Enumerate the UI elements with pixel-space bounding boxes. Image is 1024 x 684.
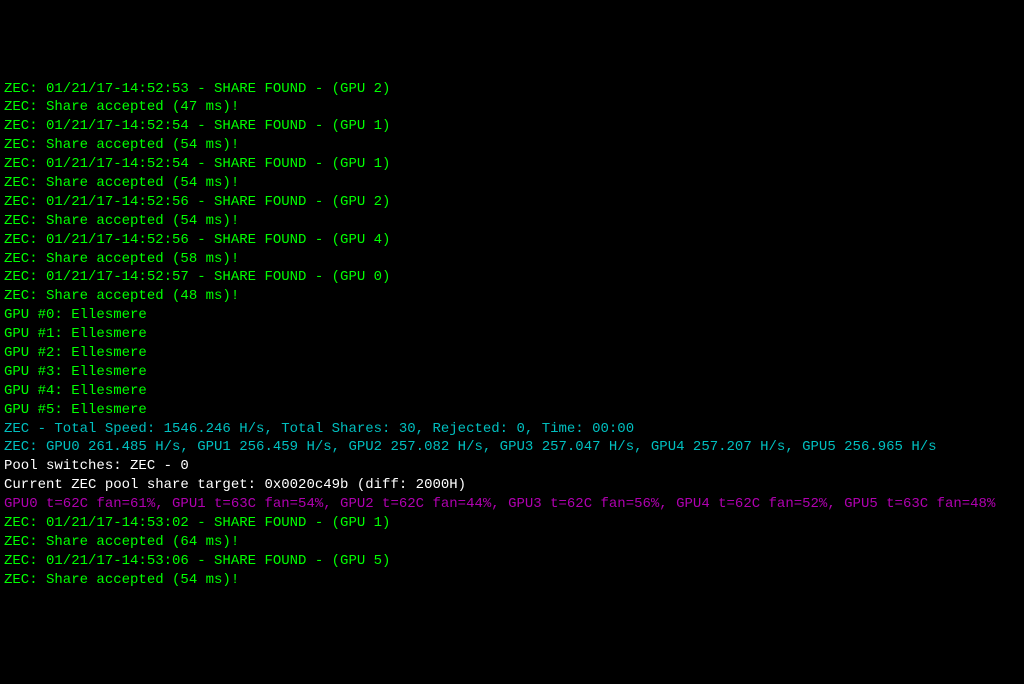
hashrates-line: ZEC: GPU0 261.485 H/s, GPU1 256.459 H/s,…: [4, 438, 1020, 457]
pool-switches-line: Pool switches: ZEC - 0: [4, 457, 1020, 476]
share-found-line: ZEC: 01/21/17-14:53:06 - SHARE FOUND - (…: [4, 552, 1020, 571]
gpu-name-line: GPU #0: Ellesmere: [4, 306, 1020, 325]
share-accepted-line: ZEC: Share accepted (54 ms)!: [4, 136, 1020, 155]
share-accepted-line: ZEC: Share accepted (48 ms)!: [4, 287, 1020, 306]
share-found-line: ZEC: 01/21/17-14:52:57 - SHARE FOUND - (…: [4, 268, 1020, 287]
share-accepted-line: ZEC: Share accepted (47 ms)!: [4, 98, 1020, 117]
share-found-line: ZEC: 01/21/17-14:52:56 - SHARE FOUND - (…: [4, 193, 1020, 212]
gpu-name-line: GPU #5: Ellesmere: [4, 401, 1020, 420]
share-found-line: ZEC: 01/21/17-14:52:54 - SHARE FOUND - (…: [4, 117, 1020, 136]
gpu-name-line: GPU #4: Ellesmere: [4, 382, 1020, 401]
totals-line: ZEC - Total Speed: 1546.246 H/s, Total S…: [4, 420, 1020, 439]
share-accepted-line: ZEC: Share accepted (54 ms)!: [4, 212, 1020, 231]
temps-line: GPU0 t=62C fan=61%, GPU1 t=63C fan=54%, …: [4, 495, 1020, 514]
share-found-line: ZEC: 01/21/17-14:52:54 - SHARE FOUND - (…: [4, 155, 1020, 174]
share-accepted-line: ZEC: Share accepted (58 ms)!: [4, 250, 1020, 269]
share-accepted-line: ZEC: Share accepted (54 ms)!: [4, 174, 1020, 193]
terminal-output: ZEC: 01/21/17-14:52:53 - SHARE FOUND - (…: [4, 80, 1020, 590]
share-accepted-line: ZEC: Share accepted (54 ms)!: [4, 571, 1020, 590]
gpu-name-line: GPU #3: Ellesmere: [4, 363, 1020, 382]
share-found-line: ZEC: 01/21/17-14:52:56 - SHARE FOUND - (…: [4, 231, 1020, 250]
pool-target-line: Current ZEC pool share target: 0x0020c49…: [4, 476, 1020, 495]
share-found-line: ZEC: 01/21/17-14:52:53 - SHARE FOUND - (…: [4, 80, 1020, 99]
share-found-line: ZEC: 01/21/17-14:53:02 - SHARE FOUND - (…: [4, 514, 1020, 533]
gpu-name-line: GPU #1: Ellesmere: [4, 325, 1020, 344]
share-accepted-line: ZEC: Share accepted (64 ms)!: [4, 533, 1020, 552]
gpu-name-line: GPU #2: Ellesmere: [4, 344, 1020, 363]
